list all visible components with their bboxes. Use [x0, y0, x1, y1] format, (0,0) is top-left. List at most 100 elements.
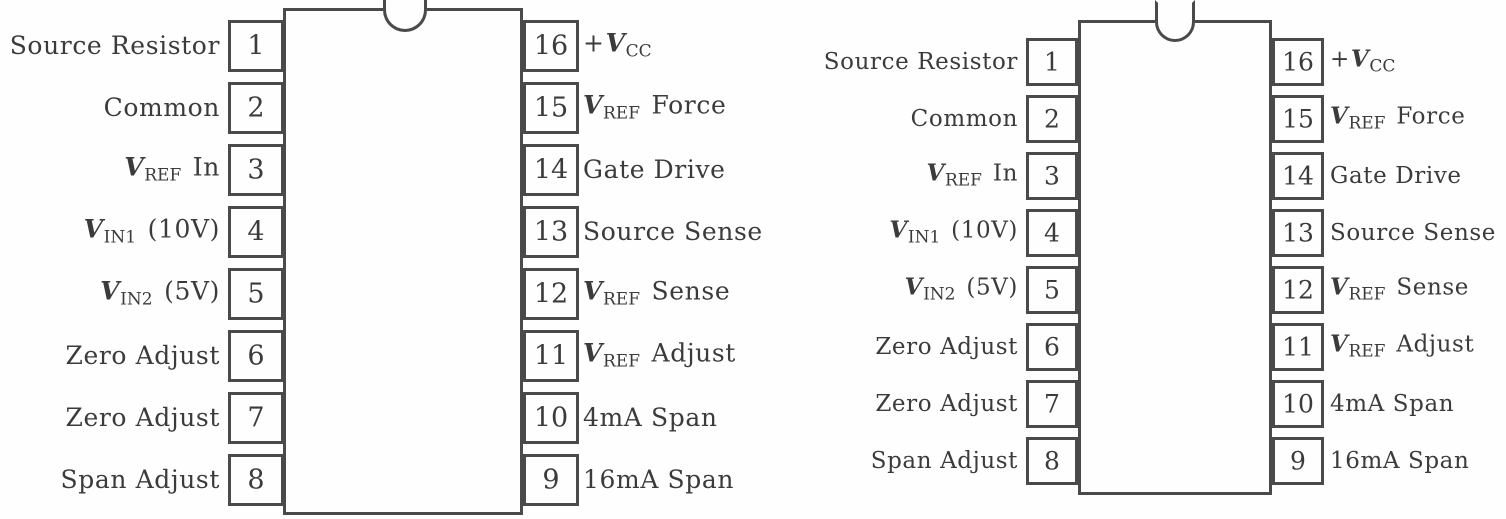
pin-box-16[interactable]: 16 — [1272, 38, 1324, 86]
voltage-subscript: REF — [603, 351, 641, 372]
pin-box-5[interactable]: 5 — [228, 268, 284, 320]
pin-6-label: Zero Adjust — [65, 340, 220, 370]
pin-box-7[interactable]: 7 — [228, 392, 284, 444]
pin-3-label: VREF In — [124, 154, 220, 186]
pin-number: 7 — [247, 402, 265, 434]
pin-9-label: 16mA Span — [1330, 447, 1470, 474]
pin-box-13[interactable]: 13 — [1272, 209, 1324, 257]
pin-number: 6 — [1044, 332, 1060, 362]
voltage-subscript: REF — [944, 170, 982, 191]
pin-number: 10 — [1282, 389, 1314, 419]
pin-9-label: 16mA Span — [583, 464, 735, 494]
voltage-subscript: REF — [1348, 113, 1386, 134]
pin-box-15[interactable]: 15 — [523, 82, 579, 134]
pin-box-8[interactable]: 8 — [1026, 437, 1078, 485]
voltage-subscript: CC — [1369, 56, 1396, 77]
pin-16-label: +VCC — [583, 28, 654, 62]
label-text: Force — [643, 90, 727, 120]
pin-number: 16 — [1282, 47, 1314, 77]
pin-number: 7 — [1044, 389, 1060, 419]
pin-2-label: Common — [103, 92, 220, 122]
label-text: In — [984, 160, 1018, 187]
pin-box-4[interactable]: 4 — [1026, 209, 1078, 257]
pin-box-11[interactable]: 11 — [1272, 323, 1324, 371]
pin-box-4[interactable]: 4 — [228, 206, 284, 258]
label-text: Force — [1388, 103, 1466, 130]
pin-10-label: 4mA Span — [1330, 390, 1455, 417]
voltage-subscript: CC — [625, 41, 652, 62]
voltage-subscript: IN1 — [103, 227, 137, 248]
pin-1-label: Source Resistor — [9, 30, 220, 60]
pin-box-16[interactable]: 16 — [523, 20, 579, 72]
pin-box-14[interactable]: 14 — [1272, 152, 1324, 200]
label-text: Adjust — [1388, 331, 1475, 358]
pin-box-9[interactable]: 9 — [1272, 437, 1324, 485]
pin-box-2[interactable]: 2 — [1026, 95, 1078, 143]
label-text: (10V) — [943, 217, 1018, 244]
voltage-symbol: V — [926, 159, 945, 187]
pin-number: 13 — [1282, 218, 1314, 248]
pin-box-6[interactable]: 6 — [228, 330, 284, 382]
voltage-subscript: IN1 — [907, 227, 941, 248]
pin-box-1[interactable]: 1 — [228, 20, 284, 72]
plus-sign: + — [583, 28, 605, 58]
pin-number: 2 — [247, 92, 265, 124]
pin-box-2[interactable]: 2 — [228, 82, 284, 134]
pin-12-label: VREF Sense — [1330, 273, 1469, 305]
pin-number: 14 — [1282, 161, 1314, 191]
pin-number: 3 — [247, 154, 265, 186]
pin-box-3[interactable]: 3 — [228, 144, 284, 196]
voltage-subscript: REF — [603, 289, 641, 310]
pin-box-3[interactable]: 3 — [1026, 152, 1078, 200]
plus-sign: + — [1330, 46, 1350, 73]
pin-number: 8 — [1044, 446, 1060, 476]
voltage-subscript: REF — [1348, 284, 1386, 305]
voltage-symbol: V — [1330, 102, 1349, 130]
pin-8-label: Span Adjust — [870, 447, 1018, 474]
pin-box-10[interactable]: 10 — [1272, 380, 1324, 428]
voltage-subscript: REF — [603, 103, 641, 124]
pin-number: 9 — [1290, 446, 1306, 476]
pin-15-label: VREF Force — [583, 90, 727, 124]
pin-3-label: VREF In — [926, 159, 1018, 191]
pin-number: 8 — [247, 464, 265, 496]
pin-5-label: VIN2 (5V) — [905, 275, 1018, 305]
label-text: Sense — [1388, 274, 1469, 301]
chip-body — [1078, 20, 1272, 495]
pin-box-7[interactable]: 7 — [1026, 380, 1078, 428]
pin-box-15[interactable]: 15 — [1272, 95, 1324, 143]
voltage-symbol: V — [583, 276, 603, 306]
pin-number: 15 — [533, 92, 569, 124]
pin-1-label: Source Resistor — [823, 48, 1018, 75]
pin-box-12[interactable]: 12 — [1272, 266, 1324, 314]
pin-box-9[interactable]: 9 — [523, 454, 579, 506]
pin-box-5[interactable]: 5 — [1026, 266, 1078, 314]
pin-number: 4 — [1044, 218, 1060, 248]
pin-number: 15 — [1282, 104, 1314, 134]
voltage-symbol: V — [583, 90, 603, 120]
pin-number: 2 — [1044, 104, 1060, 134]
voltage-subscript: IN2 — [923, 284, 956, 305]
pin-4-label: VIN1 (10V) — [84, 216, 220, 248]
pin-box-11[interactable]: 11 — [523, 330, 579, 382]
pin-box-1[interactable]: 1 — [1026, 38, 1078, 86]
pin-box-6[interactable]: 6 — [1026, 323, 1078, 371]
pin-box-13[interactable]: 13 — [523, 206, 579, 258]
voltage-symbol: V — [889, 216, 908, 244]
pin-number: 12 — [533, 278, 569, 310]
label-text: (5V) — [155, 276, 220, 306]
pin-number: 4 — [247, 216, 265, 248]
pin-box-8[interactable]: 8 — [228, 454, 284, 506]
voltage-subscript: REF — [1348, 341, 1386, 362]
pin-6-label: Zero Adjust — [875, 333, 1018, 360]
pin-box-10[interactable]: 10 — [523, 392, 579, 444]
pin-box-14[interactable]: 14 — [523, 144, 579, 196]
pinout-page: 1 Source Resistor 2 Common 3 VREF In 4 VIN1 (10… — [0, 0, 1506, 519]
pin-box-12[interactable]: 12 — [523, 268, 579, 320]
voltage-symbol: V — [605, 28, 626, 58]
pin-4-label: VIN1 (10V) — [889, 216, 1018, 248]
pin-number: 5 — [247, 278, 265, 310]
voltage-symbol: V — [1330, 273, 1349, 301]
pin-2-label: Common — [910, 105, 1018, 132]
voltage-symbol: V — [1330, 330, 1349, 358]
